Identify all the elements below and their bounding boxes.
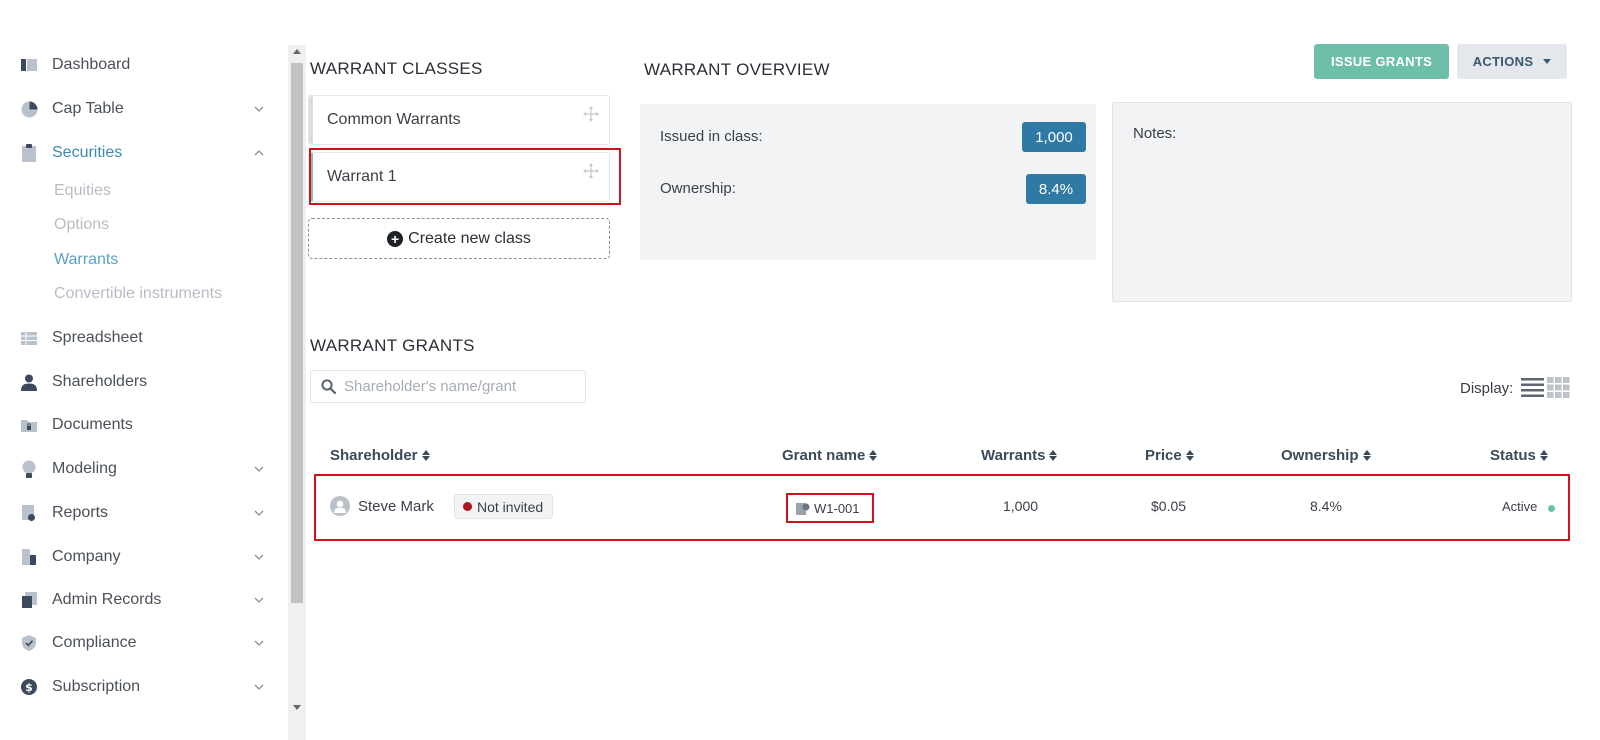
user-icon bbox=[20, 373, 38, 391]
admin-records-icon bbox=[20, 591, 38, 609]
chevron-down-icon bbox=[252, 462, 266, 476]
list-view-icon[interactable] bbox=[1521, 376, 1544, 398]
chevron-down-icon bbox=[252, 680, 266, 694]
display-label: Display: bbox=[1460, 380, 1514, 397]
column-header-price[interactable]: Price bbox=[1145, 447, 1194, 464]
sidebar-item-subscription[interactable]: $ Subscription bbox=[20, 675, 266, 699]
shareholder-name[interactable]: Steve Mark bbox=[358, 498, 434, 515]
sidebar: Dashboard Cap Table Securities Equities … bbox=[0, 0, 286, 740]
folder-lock-icon bbox=[20, 416, 38, 434]
invite-status-badge: Not invited bbox=[454, 494, 554, 519]
sidebar-item-securities[interactable]: Securities bbox=[20, 141, 266, 165]
sort-icon bbox=[421, 450, 430, 461]
plus-circle-icon: + bbox=[387, 230, 404, 247]
warrant-overview-panel: Issued in class: 1,000 Ownership: 8.4% bbox=[640, 104, 1096, 260]
warrant-grants-heading: WARRANT GRANTS bbox=[310, 336, 475, 355]
class-card-label: Common Warrants bbox=[327, 111, 461, 128]
issued-in-class-badge: 1,000 bbox=[1022, 122, 1086, 152]
spreadsheet-icon bbox=[20, 329, 38, 347]
grid-view-icon[interactable] bbox=[1547, 376, 1570, 398]
create-new-class-button[interactable]: + Create new class bbox=[308, 218, 610, 259]
notes-panel[interactable]: Notes: bbox=[1112, 102, 1572, 302]
issued-in-class-label: Issued in class: bbox=[660, 128, 763, 145]
price-value: $0.05 bbox=[1151, 498, 1187, 514]
class-card-accent bbox=[309, 96, 313, 144]
sort-icon bbox=[1049, 450, 1058, 461]
chevron-down-icon bbox=[252, 636, 266, 650]
caret-down-icon bbox=[1543, 59, 1552, 64]
report-icon bbox=[20, 504, 38, 522]
chevron-down-icon bbox=[252, 550, 266, 564]
sidebar-item-compliance[interactable]: Compliance bbox=[20, 631, 266, 655]
grant-search-box[interactable] bbox=[310, 370, 586, 403]
certificate-icon bbox=[796, 502, 810, 515]
shield-check-icon bbox=[20, 634, 38, 652]
ownership-value: 8.4% bbox=[1310, 498, 1342, 514]
notes-label: Notes: bbox=[1133, 125, 1177, 142]
sidebar-subitem-warrants[interactable]: Warrants bbox=[54, 251, 118, 269]
active-status-dot-icon bbox=[1548, 505, 1555, 512]
chevron-down-icon bbox=[252, 506, 266, 520]
sidebar-item-modeling[interactable]: Modeling bbox=[20, 457, 266, 481]
search-icon bbox=[321, 379, 337, 395]
building-icon bbox=[20, 548, 38, 566]
ownership-badge: 8.4% bbox=[1026, 174, 1086, 204]
sort-icon bbox=[1185, 450, 1194, 461]
scroll-down-arrow-icon[interactable] bbox=[293, 705, 301, 710]
scroll-up-arrow-icon[interactable] bbox=[293, 49, 301, 54]
class-card-accent bbox=[309, 153, 313, 201]
column-header-status[interactable]: Status bbox=[1490, 447, 1548, 464]
ownership-label: Ownership: bbox=[660, 180, 736, 197]
sidebar-item-documents[interactable]: Documents bbox=[20, 413, 266, 437]
chevron-down-icon bbox=[252, 102, 266, 116]
grant-name-link[interactable]: W1-001 bbox=[796, 497, 860, 519]
column-header-ownership[interactable]: Ownership bbox=[1281, 447, 1371, 464]
svg-text:$: $ bbox=[25, 681, 33, 694]
sidebar-item-shareholders[interactable]: Shareholders bbox=[20, 370, 266, 394]
class-card-warrant-1[interactable]: Warrant 1 bbox=[308, 152, 610, 202]
sidebar-item-reports[interactable]: Reports bbox=[20, 501, 266, 525]
sort-icon bbox=[1362, 450, 1371, 461]
warrants-value: 1,000 bbox=[1003, 498, 1039, 514]
warrant-classes-heading: WARRANT CLASSES bbox=[310, 59, 483, 78]
clipboard-icon bbox=[20, 144, 38, 162]
sort-icon bbox=[869, 450, 878, 461]
lightbulb-icon bbox=[20, 460, 38, 478]
move-handle-icon[interactable] bbox=[583, 163, 599, 179]
sidebar-subitem-equities[interactable]: Equities bbox=[54, 182, 111, 200]
class-card-common-warrants[interactable]: Common Warrants bbox=[308, 95, 610, 145]
sidebar-subitem-options[interactable]: Options bbox=[54, 216, 109, 234]
column-header-warrants[interactable]: Warrants bbox=[981, 447, 1058, 464]
avatar bbox=[330, 496, 350, 516]
status-value: Active bbox=[1502, 499, 1538, 514]
sidebar-item-dashboard[interactable]: Dashboard bbox=[20, 53, 266, 77]
dashboard-icon bbox=[20, 56, 38, 74]
sidebar-item-company[interactable]: Company bbox=[20, 545, 266, 569]
vertical-scrollbar[interactable] bbox=[288, 45, 306, 740]
move-handle-icon[interactable] bbox=[583, 106, 599, 122]
sidebar-item-spreadsheet[interactable]: Spreadsheet bbox=[20, 326, 266, 350]
pie-chart-icon bbox=[20, 100, 38, 118]
sidebar-item-cap-table[interactable]: Cap Table bbox=[20, 97, 266, 121]
warrant-overview-heading: WARRANT OVERVIEW bbox=[644, 60, 830, 79]
issue-grants-button[interactable]: ISSUE GRANTS bbox=[1314, 44, 1449, 79]
chevron-down-icon bbox=[252, 593, 266, 607]
dollar-circle-icon: $ bbox=[20, 678, 38, 696]
class-card-label: Warrant 1 bbox=[327, 168, 397, 185]
search-input[interactable] bbox=[344, 378, 574, 395]
scrollbar-thumb[interactable] bbox=[291, 63, 303, 603]
actions-dropdown-button[interactable]: ACTIONS bbox=[1457, 44, 1567, 79]
sidebar-subitem-convertible-instruments[interactable]: Convertible instruments bbox=[54, 285, 222, 303]
sidebar-item-admin-records[interactable]: Admin Records bbox=[20, 588, 266, 612]
status-dot-icon bbox=[463, 502, 472, 511]
sort-icon bbox=[1539, 450, 1548, 461]
chevron-up-icon bbox=[252, 146, 266, 160]
column-header-grant-name[interactable]: Grant name bbox=[782, 447, 878, 464]
column-header-shareholder[interactable]: Shareholder bbox=[330, 447, 430, 464]
